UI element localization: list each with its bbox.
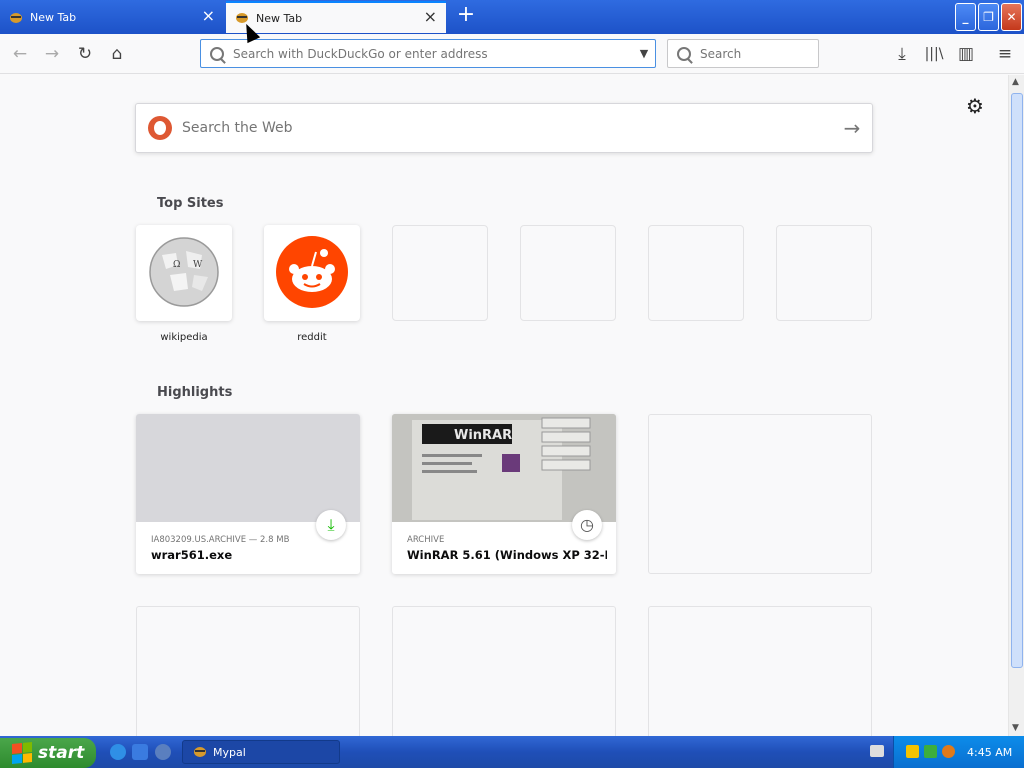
new-tab-button[interactable]: + [455, 4, 477, 27]
media-player-icon[interactable] [155, 744, 171, 760]
keyboard-icon[interactable] [870, 745, 884, 757]
clock-icon: ◷ [572, 510, 602, 540]
search-box[interactable] [667, 39, 850, 68]
top-site-reddit[interactable] [264, 225, 360, 321]
top-site-label: wikipedia [160, 332, 208, 343]
start-label: start [38, 743, 85, 763]
browser-favicon-icon [193, 746, 207, 758]
new-tab-page: ⚙ → Top Sites Ω W wikipedia [0, 75, 1008, 736]
internet-explorer-icon[interactable] [110, 744, 126, 760]
taskbar: start Mypal 4:45 AM [0, 736, 1024, 768]
sidebar-icon[interactable]: ▥ [954, 42, 978, 66]
highlight-thumbnail [136, 414, 360, 522]
highlight-placeholder [392, 606, 616, 736]
browser-favicon-icon [9, 12, 23, 24]
svg-text:Ω: Ω [173, 260, 180, 270]
highlight-card[interactable]: WinRAR ◷ ARCHIVE WinRAR 5.61 (Windows XP… [392, 414, 616, 574]
close-tab-icon[interactable]: × [202, 8, 215, 24]
downloads-icon[interactable]: ⤓ [890, 42, 914, 66]
arrow-right-icon[interactable]: → [832, 116, 872, 140]
clock: 4:45 AM [967, 746, 1013, 759]
navigation-toolbar: ← → ↻ ⌂ ▼ ⤓ |||\ ▥ ≡ [0, 34, 1024, 74]
taskbar-window-button[interactable]: Mypal [182, 740, 340, 764]
windows-logo-icon [12, 741, 32, 765]
vertical-scrollbar[interactable]: ▲ ▼ [1008, 75, 1024, 736]
highlight-source: ARCHIVE [407, 535, 445, 545]
address-bar[interactable]: ▼ [200, 39, 656, 68]
taskbar-window-label: Mypal [213, 745, 246, 759]
tab-1-label: New Tab [30, 11, 77, 24]
reddit-logo-icon [276, 236, 348, 308]
library-icon[interactable]: |||\ [922, 42, 946, 66]
scroll-up-icon[interactable]: ▲ [1012, 77, 1019, 87]
back-icon[interactable]: ← [8, 42, 32, 66]
tab-2-label: New Tab [256, 11, 303, 25]
highlight-thumbnail: WinRAR [392, 414, 616, 522]
web-search-box[interactable]: → [135, 103, 873, 153]
svg-text:WinRAR: WinRAR [454, 428, 512, 443]
scrollbar-thumb[interactable] [1011, 93, 1023, 668]
highlight-title: wrar561.exe [151, 548, 233, 562]
search-icon [210, 46, 224, 61]
tab-1[interactable]: New Tab × [0, 2, 224, 33]
highlight-placeholder [648, 414, 872, 574]
download-icon: ⤓ [316, 510, 346, 540]
scroll-down-icon[interactable]: ▼ [1012, 723, 1019, 733]
svg-text:W: W [193, 260, 203, 270]
winrar-screenshot-image: WinRAR [392, 414, 616, 522]
security-shield-icon[interactable] [906, 745, 919, 758]
highlights-heading: Highlights [157, 385, 233, 400]
top-site-empty [776, 225, 872, 321]
gear-icon[interactable]: ⚙ [966, 94, 984, 118]
start-button[interactable]: start [0, 738, 96, 768]
duckduckgo-logo-icon [148, 116, 172, 140]
chevron-down-icon[interactable]: ▼ [633, 47, 655, 60]
highlight-placeholder [648, 606, 872, 736]
top-site-label: reddit [297, 332, 327, 343]
network-icon[interactable] [924, 745, 937, 758]
close-tab-icon[interactable]: × [424, 9, 437, 25]
menu-icon[interactable]: ≡ [993, 42, 1017, 66]
reload-icon[interactable]: ↻ [73, 42, 97, 66]
top-site-wikipedia[interactable]: Ω W [136, 225, 232, 321]
highlight-title: WinRAR 5.61 (Windows XP 32-B... [407, 548, 607, 562]
tab-strip: New Tab × New Tab × + _ ❐ ✕ [0, 0, 1024, 34]
search-tray-icon[interactable] [942, 745, 955, 758]
minimize-button[interactable]: _ [955, 3, 976, 31]
top-site-empty [520, 225, 616, 321]
search-input[interactable] [700, 46, 850, 61]
forward-icon[interactable]: → [40, 42, 64, 66]
web-search-input[interactable] [182, 120, 832, 136]
top-site-empty [392, 225, 488, 321]
restore-button[interactable]: ❐ [978, 3, 999, 31]
highlight-placeholder [136, 606, 360, 736]
top-site-empty [648, 225, 744, 321]
highlight-card[interactable]: ⤓ IA803209.US.ARCHIVE — 2.8 MB wrar561.e… [136, 414, 360, 574]
address-input[interactable] [233, 46, 633, 61]
close-window-button[interactable]: ✕ [1001, 3, 1022, 31]
top-sites-heading: Top Sites [157, 196, 224, 211]
system-tray: 4:45 AM [893, 736, 1024, 768]
tab-2-active[interactable]: New Tab × [226, 1, 446, 33]
wikipedia-globe-icon: Ω W [149, 237, 219, 307]
highlight-source: IA803209.US.ARCHIVE — 2.8 MB [151, 535, 290, 545]
search-icon [677, 46, 691, 61]
outlook-express-icon[interactable] [132, 744, 148, 760]
home-icon[interactable]: ⌂ [105, 42, 129, 66]
